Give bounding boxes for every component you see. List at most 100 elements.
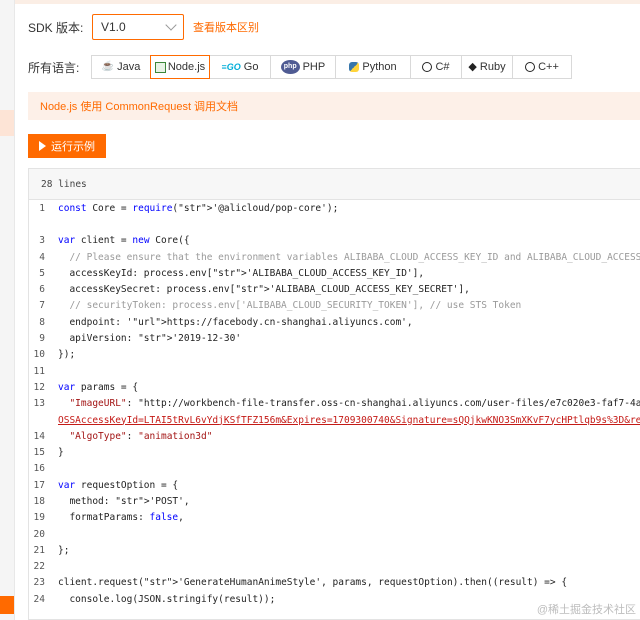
line-number: 17 — [33, 479, 45, 491]
code-line: 15} — [29, 444, 640, 460]
line-text: accessKeySecret: process.env["str">'ALIB… — [58, 284, 470, 296]
python-icon — [349, 62, 360, 72]
sidebar-active-marker — [0, 596, 14, 614]
line-number: 13 — [33, 398, 45, 410]
top-accent-strip — [0, 0, 640, 4]
line-text: const Core = require("str">'@alicloud/po… — [58, 202, 339, 214]
code-line: OSSAccessKeyId=LTAI5tRvL6vYdjKSfTFZ156m&… — [29, 412, 640, 428]
line-text: var params = { — [58, 381, 139, 393]
sdk-version-select[interactable]: V1.0 — [92, 14, 184, 40]
line-text: }); — [58, 349, 76, 361]
ruby-icon: ◆ — [468, 61, 477, 73]
code-line: 23 client.request("str">'GenerateHumanAni… — [29, 575, 640, 591]
language-tabs: ☕ Java Node.js ≡GO Go php PHP Python C# … — [91, 55, 572, 79]
code-header: 28 lines — [29, 169, 640, 200]
play-icon — [39, 141, 46, 151]
line-number: 18 — [33, 495, 45, 507]
tab-ruby[interactable]: ◆ Ruby — [461, 55, 513, 79]
code-lines: 1 const Core = require("str">'@alicloud/p… — [29, 200, 640, 607]
code-line: 11 — [29, 363, 640, 379]
line-number: 16 — [33, 463, 45, 475]
go-icon: ≡GO — [221, 62, 241, 72]
line-text: "ImageURL": "http://workbench-file-trans… — [69, 398, 640, 410]
language-row: 所有语言: ☕ Java Node.js ≡GO Go php PHP Pyth… — [28, 55, 572, 79]
line-number: 10 — [33, 349, 45, 361]
line-count-label: 28 lines — [41, 178, 87, 190]
code-line: 5 accessKeyId: process.env["str">'ALIBAB… — [29, 265, 640, 281]
code-line: 6 accessKeySecret: process.env["str">'AL… — [29, 281, 640, 297]
tab-java[interactable]: ☕ Java — [91, 55, 151, 79]
line-number: 15 — [33, 447, 45, 459]
sdk-version-row: SDK 版本: V1.0 查看版本区别 — [28, 14, 259, 40]
code-line: 20 — [29, 526, 640, 542]
line-text: var client = new Core({ — [58, 235, 190, 247]
left-sidebar-edge — [0, 0, 15, 620]
line-text: "AlgoType": "animation3d" — [69, 430, 213, 442]
line-number: 12 — [33, 381, 45, 393]
code-line: 13 "ImageURL": "http://workbench-file-tr… — [29, 396, 640, 412]
nodejs-icon — [154, 61, 166, 73]
run-example-label: 运行示例 — [51, 141, 95, 153]
java-icon: ☕ — [101, 61, 115, 72]
php-icon: php — [280, 60, 300, 74]
line-number: 24 — [33, 593, 45, 605]
code-line: 12 var params = { — [29, 379, 640, 395]
sdk-version-label: SDK 版本: — [28, 20, 84, 35]
line-number: 22 — [33, 561, 45, 573]
code-line: 7 // securityToken: process.env['ALIBABA… — [29, 298, 640, 314]
line-text: endpoint: '"url">https://facebody.cn-sha… — [58, 316, 413, 328]
line-number: 6 — [39, 284, 45, 296]
code-line: 21}; — [29, 542, 640, 558]
code-line: 3 var client = new Core({ — [29, 233, 640, 249]
code-line: 9 apiVersion: "str">'2019-12-30' — [29, 330, 640, 346]
tab-cpp[interactable]: C++ — [512, 55, 572, 79]
code-line: 17 var requestOption = { — [29, 477, 640, 493]
line-text: client.request("str">'GenerateHumanAnime… — [58, 577, 568, 589]
cpp-icon — [525, 62, 536, 72]
code-line: 4 // Please ensure that the environment … — [29, 249, 640, 265]
code-line: 18 method: "str">'POST', — [29, 493, 640, 509]
code-line: 1 const Core = require("str">'@alicloud/p… — [29, 200, 640, 216]
line-text: OSSAccessKeyId=LTAI5tRvL6vYdjKSfTFZ156m&… — [58, 414, 640, 426]
line-number: 8 — [39, 316, 45, 328]
run-example-button[interactable]: 运行示例 — [28, 134, 106, 158]
line-number: 4 — [39, 251, 45, 263]
code-line: 8 endpoint: '"url">https://facebody.cn-s… — [29, 314, 640, 330]
line-text: // Please ensure that the environment va… — [58, 251, 640, 263]
code-line: 14 "AlgoType": "animation3d" — [29, 428, 640, 444]
csharp-icon — [422, 62, 433, 72]
line-text: accessKeyId: process.env["str">'ALIBABA_… — [58, 267, 425, 279]
line-number: 19 — [33, 512, 45, 524]
line-number: 3 — [39, 235, 45, 247]
line-number: 9 — [39, 333, 45, 345]
chevron-down-icon — [165, 19, 177, 31]
line-number: 20 — [33, 528, 45, 540]
code-line: 19 formatParams: false, — [29, 510, 640, 526]
line-number: 14 — [33, 430, 45, 442]
line-text: apiVersion: "str">'2019-12-30' — [58, 333, 242, 345]
line-number: 5 — [39, 267, 45, 279]
doc-notice-banner: Node.js 使用 CommonRequest 调用文档 — [28, 92, 640, 120]
code-line: 22 — [29, 559, 640, 575]
line-text: var requestOption = { — [58, 479, 179, 491]
tab-go[interactable]: ≡GO Go — [209, 55, 271, 79]
compare-versions-link[interactable]: 查看版本区别 — [193, 19, 259, 35]
tab-nodejs[interactable]: Node.js — [150, 55, 210, 79]
watermark: @稀土掘金技术社区 — [536, 604, 636, 616]
code-viewer: 28 lines 1 const Core = require("str">'@a… — [28, 168, 640, 620]
line-number: 7 — [39, 300, 45, 312]
tab-python[interactable]: Python — [335, 55, 411, 79]
languages-label: 所有语言: — [28, 60, 80, 75]
doc-notice-link[interactable]: Node.js 使用 CommonRequest 调用文档 — [40, 98, 238, 114]
line-text: console.log(JSON.stringify(result)); — [58, 593, 276, 605]
line-text: }; — [58, 544, 70, 556]
sdk-version-value: V1.0 — [101, 20, 126, 34]
tab-csharp[interactable]: C# — [410, 55, 462, 79]
code-line: 16 — [29, 461, 640, 477]
sidebar-highlight — [0, 110, 14, 136]
line-text: // securityToken: process.env['ALIBABA_C… — [58, 300, 522, 312]
line-number: 21 — [33, 544, 45, 556]
tab-php[interactable]: php PHP — [270, 55, 336, 79]
line-number: 23 — [33, 577, 45, 589]
